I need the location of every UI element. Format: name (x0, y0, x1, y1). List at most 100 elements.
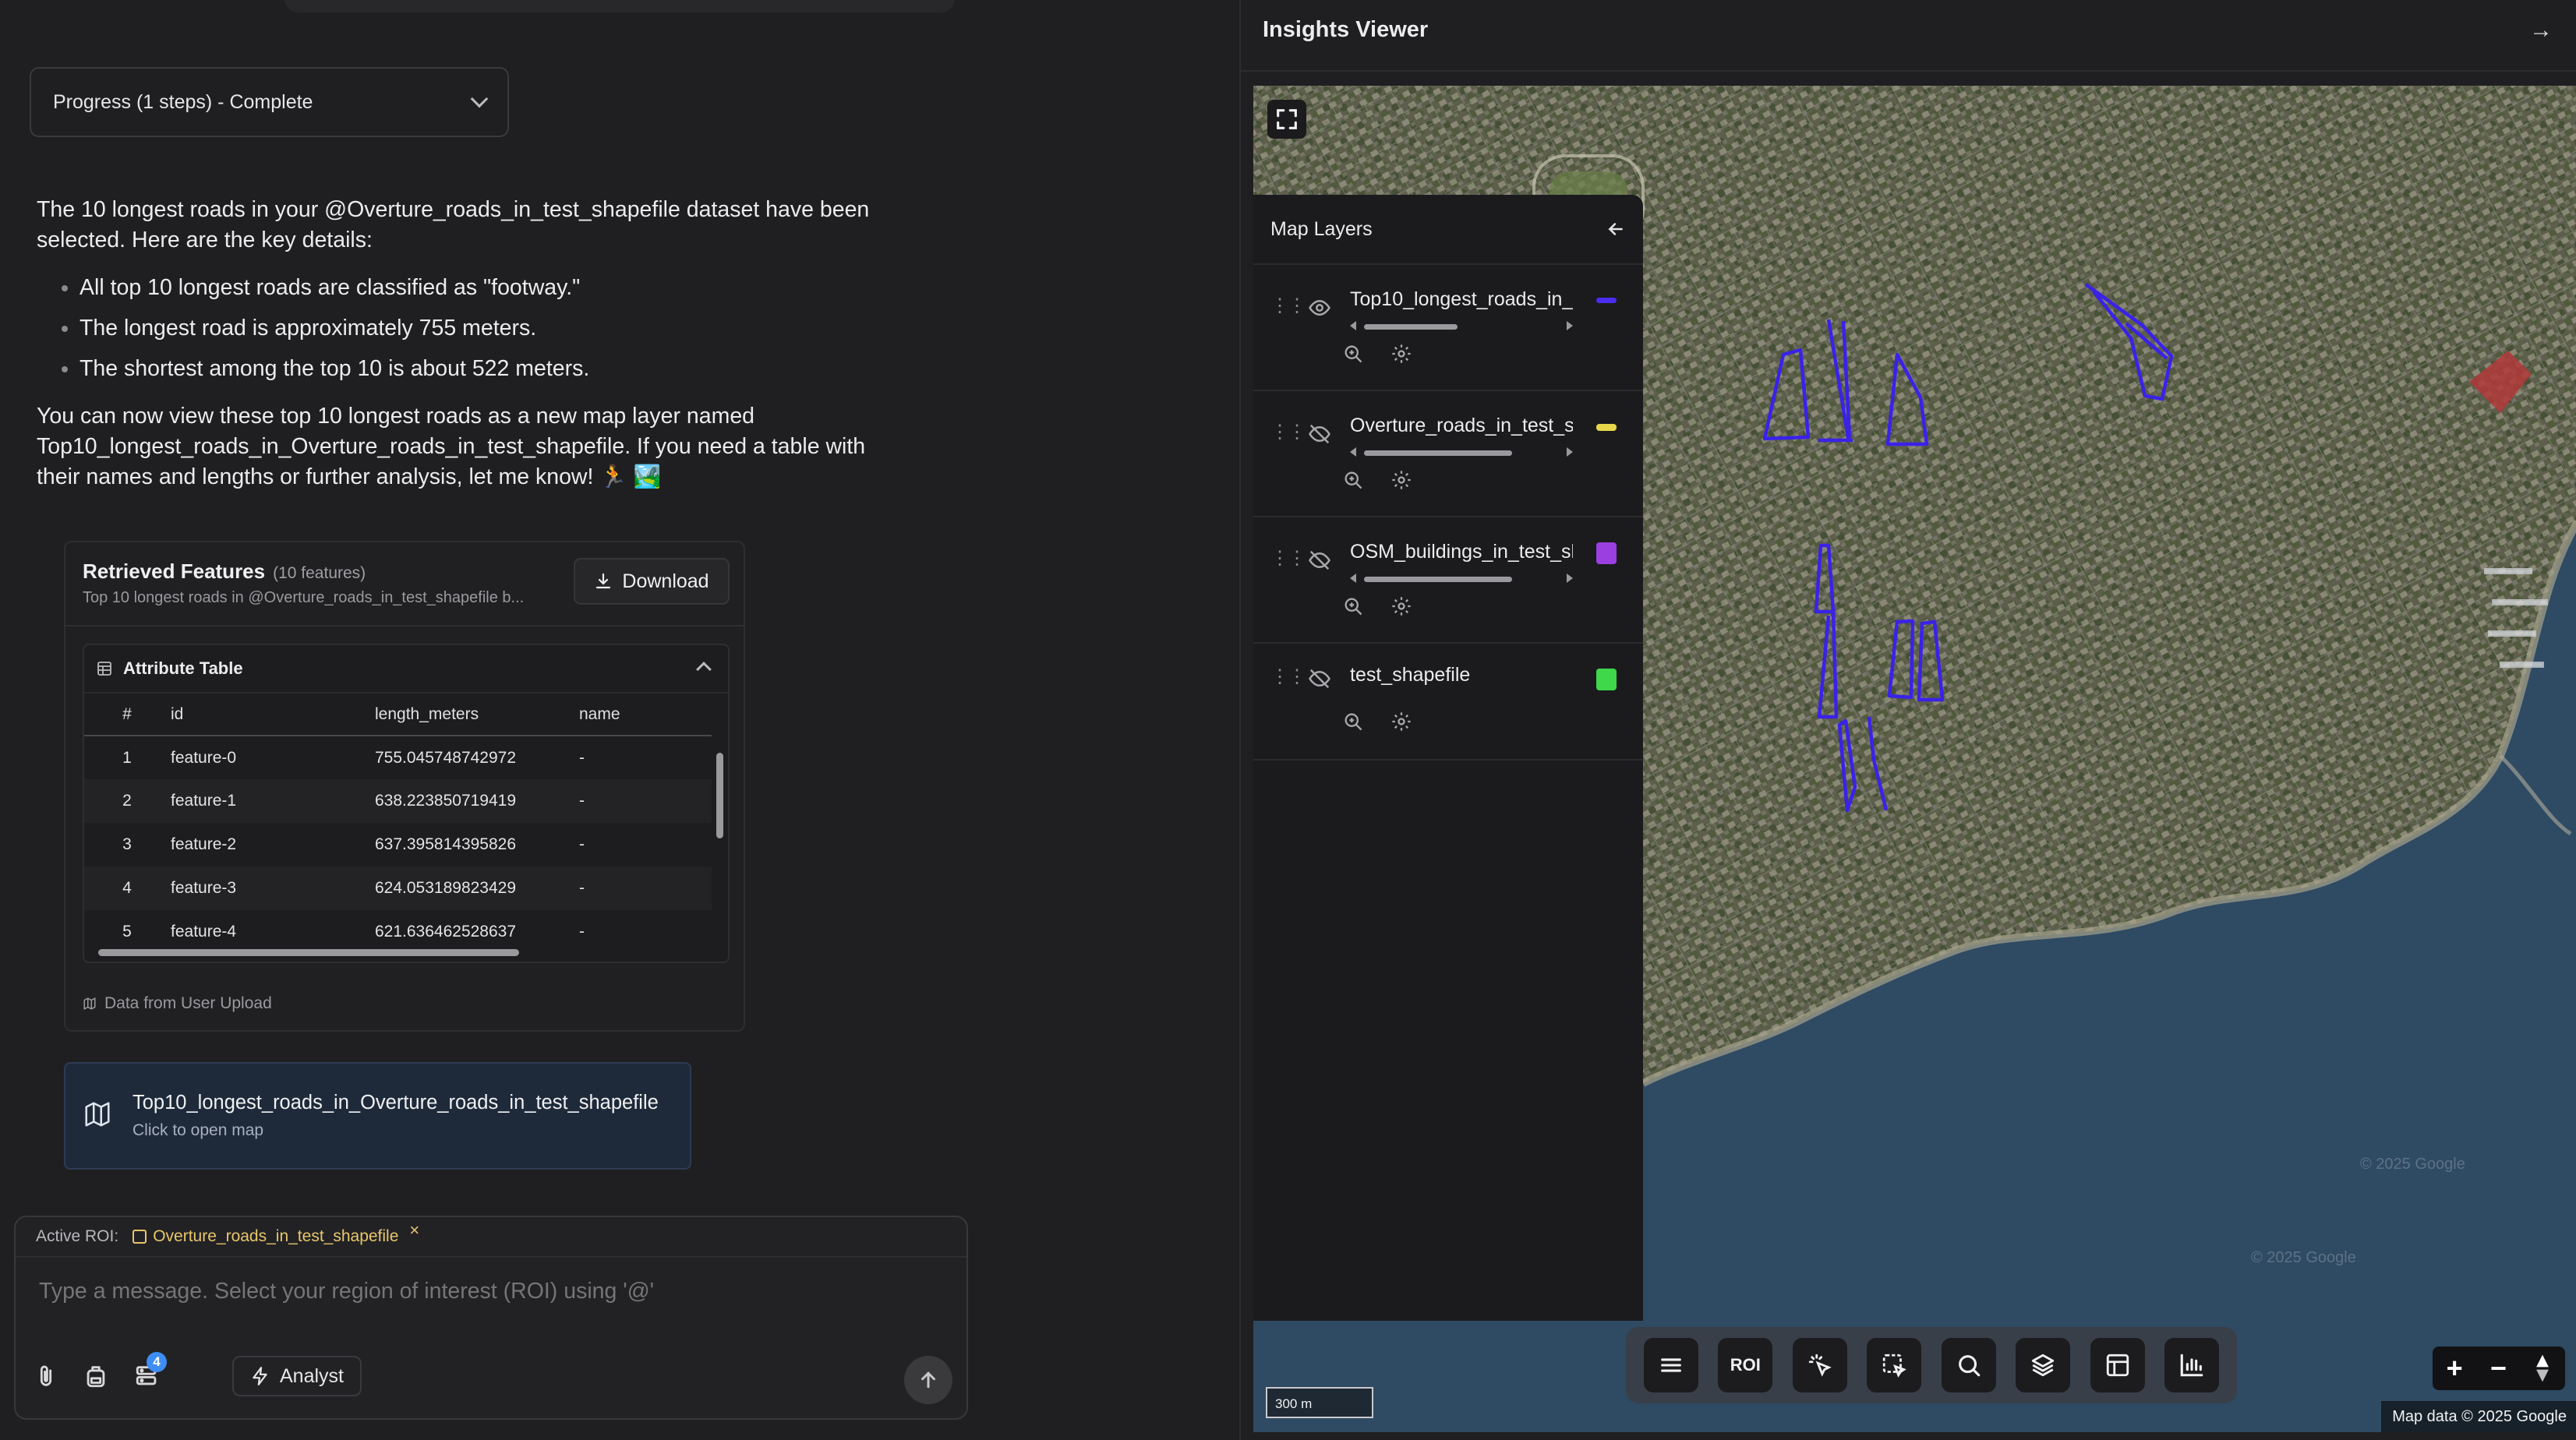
search-icon (1958, 1355, 1981, 1377)
table-row[interactable]: 2 feature-1 638.223850719419 - (84, 779, 712, 823)
remove-roi-icon[interactable]: × (409, 1220, 419, 1241)
zoom-to-layer-icon[interactable] (1342, 711, 1364, 732)
chat-pane: Progress (1 steps) - Complete The 10 lon… (0, 0, 1239, 1440)
scroll-thumb[interactable] (716, 753, 723, 838)
box-select-icon (1883, 1354, 1907, 1378)
analyst-mode-label: Analyst (280, 1364, 344, 1387)
progress-dropdown[interactable]: Progress (1 steps) - Complete (30, 67, 509, 137)
column-header[interactable]: length_meters (374, 694, 578, 736)
attribute-table-header[interactable]: Attribute Table (84, 645, 728, 694)
slider-left-arrow-icon[interactable] (1350, 447, 1356, 457)
layer-color-swatch[interactable] (1596, 542, 1617, 564)
message-bullet: All top 10 longest roads are classified … (80, 273, 910, 303)
roi-tag[interactable]: Overture_roads_in_test_shapefile × (133, 1220, 419, 1246)
gear-icon[interactable] (1390, 469, 1412, 491)
slider-left-arrow-icon[interactable] (1350, 321, 1356, 330)
table-cell: 2 (84, 779, 170, 823)
slider-fill (1364, 577, 1512, 582)
download-label: Download (622, 570, 709, 592)
roi-name: Overture_roads_in_test_shapefile (153, 1227, 399, 1245)
slider-right-arrow-icon[interactable] (1567, 574, 1573, 583)
table-icon (97, 662, 111, 676)
eye-off-icon[interactable] (1308, 422, 1331, 446)
table-icon (2106, 1354, 2129, 1377)
table-row[interactable]: 4 feature-3 624.053189823429 - (84, 866, 712, 910)
zoom-to-layer-icon[interactable] (1342, 595, 1364, 617)
gear-icon[interactable] (1390, 711, 1412, 732)
collapse-viewer-icon[interactable]: → (2529, 17, 2553, 44)
drag-handle-icon[interactable]: ⋮⋮ (1270, 421, 1306, 443)
gear-icon[interactable] (1390, 595, 1412, 617)
column-header[interactable]: name (578, 694, 712, 736)
eye-off-icon[interactable] (1308, 549, 1331, 572)
search-button[interactable] (1941, 1338, 1996, 1392)
roi-button-label: ROI (1730, 1355, 1761, 1375)
column-header[interactable]: id (170, 694, 374, 736)
chevron-up-icon[interactable] (696, 662, 712, 677)
bar-chart-icon (2180, 1354, 2203, 1377)
slider-fill (1364, 450, 1512, 456)
retrieved-title-text: Retrieved Features (83, 559, 266, 583)
slider-right-arrow-icon[interactable] (1567, 321, 1573, 330)
eye-off-icon[interactable] (1308, 667, 1331, 690)
fullscreen-button[interactable] (1267, 100, 1306, 139)
box-select-button[interactable] (1867, 1338, 1922, 1392)
slider-right-arrow-icon[interactable] (1567, 447, 1573, 457)
zoom-to-layer-icon[interactable] (1342, 469, 1364, 491)
layer-item-test-shapefile[interactable]: ⋮⋮ test_shapefile (1253, 644, 1643, 761)
table-cell: - (579, 835, 585, 853)
send-button[interactable] (904, 1356, 952, 1404)
zoom-out-button[interactable]: − (2490, 1352, 2507, 1385)
column-header[interactable]: # (84, 694, 170, 736)
active-roi-label: Active ROI: (36, 1227, 119, 1245)
table-view-button[interactable] (2090, 1338, 2145, 1392)
message-input[interactable] (37, 1278, 895, 1305)
composer-tools: Analyst (33, 1356, 362, 1396)
zoom-to-layer-icon[interactable] (1342, 343, 1364, 365)
opacity-slider[interactable] (1350, 321, 1573, 332)
layer-name: OSM_buildings_in_test_shapefile (1350, 541, 1573, 563)
layer-name: Overture_roads_in_test_shapefile (1350, 415, 1573, 436)
satellite-map[interactable]: © 2025 Google © 2025 Google Map Layers ⋮… (1253, 86, 2576, 1432)
paperclip-icon[interactable] (33, 1363, 59, 1389)
scroll-thumb[interactable] (98, 949, 519, 956)
opacity-slider[interactable] (1350, 447, 1573, 458)
roi-button[interactable]: ROI (1718, 1338, 1773, 1392)
vertical-scrollbar[interactable] (714, 739, 725, 941)
watermark-text: © 2025 Google (2251, 1249, 2356, 1266)
insights-viewer-pane: Insights Viewer → © 2025 Google © 2025 G… (1239, 0, 2576, 1440)
table-row[interactable]: 3 feature-2 637.395814395826 - (84, 823, 712, 866)
layers-button[interactable] (2016, 1338, 2071, 1392)
table-row[interactable]: 1 feature-0 755.045748742972 - (84, 736, 712, 779)
retrieved-features-subtitle: Top 10 longest roads in @Overture_roads_… (83, 589, 525, 606)
backpack-icon[interactable] (83, 1363, 109, 1389)
click-select-button[interactable] (1792, 1338, 1847, 1392)
opacity-slider[interactable] (1350, 574, 1573, 584)
layer-item-top10-longest-roads[interactable]: ⋮⋮ Top10_longest_roads_in_Overture_roads… (1253, 265, 1643, 391)
drag-handle-icon[interactable]: ⋮⋮ (1270, 295, 1306, 317)
menu-button[interactable] (1643, 1338, 1698, 1392)
layer-color-swatch[interactable] (1596, 424, 1617, 431)
drag-handle-icon[interactable]: ⋮⋮ (1270, 547, 1306, 570)
horizontal-scrollbar[interactable] (84, 944, 728, 962)
open-map-card[interactable]: Top10_longest_roads_in_Overture_roads_in… (64, 1062, 691, 1170)
layer-color-swatch[interactable] (1596, 669, 1617, 690)
compass-icon[interactable] (2534, 1354, 2551, 1383)
download-button[interactable]: Download (574, 558, 730, 605)
active-roi-row: Active ROI: Overture_roads_in_test_shape… (16, 1217, 966, 1258)
table-cell: - (578, 779, 712, 823)
zoom-in-button[interactable]: + (2447, 1352, 2463, 1385)
progress-label: Progress (1 steps) - Complete (53, 90, 313, 113)
drag-handle-icon[interactable]: ⋮⋮ (1270, 665, 1306, 688)
layer-color-swatch[interactable] (1596, 298, 1617, 303)
chart-button[interactable] (2164, 1338, 2220, 1392)
gear-icon[interactable] (1390, 343, 1412, 365)
arrow-left-icon[interactable] (1606, 219, 1626, 239)
message-outro: You can now view these top 10 longest ro… (37, 404, 866, 489)
layer-item-osm-buildings[interactable]: ⋮⋮ OSM_buildings_in_test_shapefile (1253, 517, 1643, 644)
analyst-mode-button[interactable]: Analyst (232, 1356, 362, 1396)
eye-icon[interactable] (1308, 296, 1331, 319)
layer-item-overture-roads[interactable]: ⋮⋮ Overture_roads_in_test_shapefile (1253, 391, 1643, 517)
table-cell: feature-0 (171, 748, 237, 767)
slider-left-arrow-icon[interactable] (1350, 574, 1356, 583)
